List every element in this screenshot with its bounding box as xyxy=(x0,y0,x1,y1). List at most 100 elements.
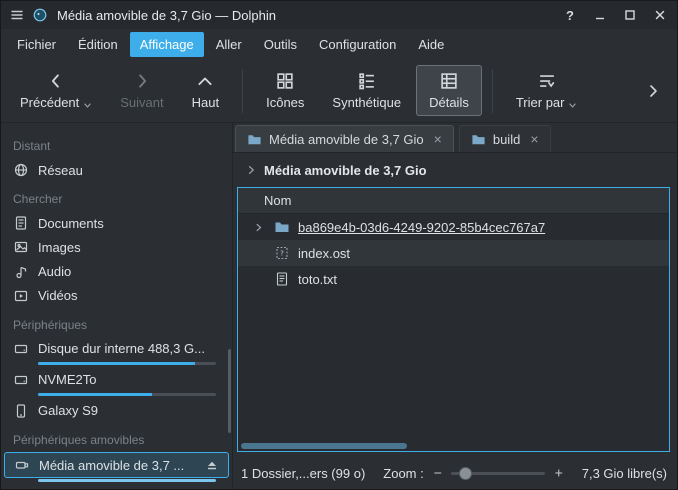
documents-icon xyxy=(13,215,29,231)
phone-icon xyxy=(13,403,29,419)
expander-chevron-icon[interactable] xyxy=(250,222,266,233)
sidebar-item-removable-media[interactable]: Média amovible de 3,7 ... xyxy=(4,452,229,478)
toolbar: Précédent Suivant Haut Icônes Synthétiqu… xyxy=(1,59,677,123)
view-empty-area[interactable] xyxy=(238,292,669,440)
sidebar-item-internal-disk[interactable]: Disque dur interne 488,3 G... xyxy=(1,337,232,361)
menu-edition[interactable]: Édition xyxy=(68,32,128,57)
zoom-slider[interactable] xyxy=(451,466,545,480)
chevron-left-icon xyxy=(46,71,66,91)
tab-close-button[interactable]: × xyxy=(530,132,538,146)
chevron-right-icon[interactable] xyxy=(245,164,257,176)
toolbar-separator xyxy=(492,69,493,113)
audio-icon xyxy=(13,264,29,280)
eject-icon xyxy=(205,458,219,472)
file-view[interactable]: Nom ba869e4b-03d6-4249-9202-85b4cec767a7… xyxy=(237,187,670,452)
details-view-button[interactable]: Détails xyxy=(416,65,482,116)
view-wrapper: Nom ba869e4b-03d6-4249-9202-85b4cec767a7… xyxy=(233,187,677,457)
sidebar-item-nvme[interactable]: NVME2To xyxy=(1,368,232,392)
back-button[interactable]: Précédent xyxy=(7,65,105,116)
eject-button[interactable] xyxy=(205,458,219,472)
chevron-down-icon xyxy=(568,101,577,110)
harddisk-icon xyxy=(13,341,29,357)
tab-media-amovible[interactable]: Média amovible de 3,7 Gio × xyxy=(235,125,454,152)
sidebar-item-label: NVME2To xyxy=(38,372,97,387)
table-row[interactable]: ? index.ost xyxy=(238,240,669,266)
details-view-icon xyxy=(439,71,459,91)
menu-outils[interactable]: Outils xyxy=(254,32,307,57)
compact-view-label: Synthétique xyxy=(332,95,401,110)
zoom-label: Zoom : xyxy=(383,466,423,481)
details-view-label: Détails xyxy=(429,95,469,110)
folder-icon xyxy=(274,219,290,235)
folder-icon xyxy=(471,132,486,147)
disk-usage-bar xyxy=(38,362,216,365)
images-icon xyxy=(13,239,29,255)
unknown-file-icon: ? xyxy=(274,245,290,261)
maximize-button[interactable] xyxy=(621,6,639,24)
window-buttons: ? xyxy=(561,6,669,24)
dolphin-window: Média amovible de 3,7 Gio — Dolphin ? Fi… xyxy=(0,0,678,490)
sort-by-button[interactable]: Trier par xyxy=(503,65,591,116)
places-panel: Distant Réseau Chercher Documents Images… xyxy=(1,123,233,489)
column-header-name[interactable]: Nom xyxy=(238,188,669,214)
sidebar-item-galaxy-s9[interactable]: Galaxy S9 xyxy=(1,399,232,423)
content-area: Média amovible de 3,7 Gio × build × Médi… xyxy=(233,123,677,489)
tab-close-button[interactable]: × xyxy=(434,132,442,146)
app-icon xyxy=(32,7,48,23)
close-button[interactable] xyxy=(651,6,669,24)
harddisk-icon xyxy=(13,372,29,388)
menu-affichage[interactable]: Affichage xyxy=(130,32,204,57)
minimize-button[interactable] xyxy=(591,6,609,24)
sidebar-item-audio[interactable]: Audio xyxy=(1,259,232,283)
table-row[interactable]: ba869e4b-03d6-4249-9202-85b4cec767a7 xyxy=(238,214,669,240)
sidebar-scrollbar[interactable] xyxy=(228,349,231,433)
disk-usage-bar xyxy=(38,479,216,482)
forward-button[interactable]: Suivant xyxy=(107,65,176,116)
sidebar-item-label: Audio xyxy=(38,264,71,279)
svg-text:?: ? xyxy=(280,250,284,258)
menu-aller[interactable]: Aller xyxy=(206,32,252,57)
icons-view-icon xyxy=(275,71,295,91)
status-summary: 1 Dossier,...ers (99 o) xyxy=(241,466,365,481)
free-space-label: 7,3 Gio libre(s) xyxy=(582,466,667,481)
breadcrumb: Média amovible de 3,7 Gio xyxy=(233,153,677,187)
file-name[interactable]: index.ost xyxy=(298,246,350,261)
tab-label: build xyxy=(493,132,520,147)
icons-view-button[interactable]: Icônes xyxy=(253,65,317,116)
table-row[interactable]: toto.txt xyxy=(238,266,669,292)
menu-fichier[interactable]: Fichier xyxy=(7,32,66,57)
toolbar-overflow-button[interactable] xyxy=(635,83,671,99)
tab-build[interactable]: build × xyxy=(459,125,551,152)
file-name[interactable]: ba869e4b-03d6-4249-9202-85b4cec767a7 xyxy=(298,220,545,235)
compact-view-button[interactable]: Synthétique xyxy=(319,65,414,116)
scrollbar-thumb[interactable] xyxy=(241,443,407,449)
sidebar-item-images[interactable]: Images xyxy=(1,235,232,259)
chevron-up-icon xyxy=(195,71,215,91)
menu-configuration[interactable]: Configuration xyxy=(309,32,406,57)
horizontal-scrollbar[interactable] xyxy=(238,440,669,451)
section-devices: Périphériques xyxy=(1,308,232,337)
window-title: Média amovible de 3,7 Gio — Dolphin xyxy=(57,8,276,23)
sidebar-item-label: Réseau xyxy=(38,163,83,178)
main-area: Distant Réseau Chercher Documents Images… xyxy=(1,123,677,489)
sidebar-item-label: Galaxy S9 xyxy=(38,403,98,418)
help-button[interactable]: ? xyxy=(561,6,579,24)
window-menu-icon[interactable] xyxy=(9,7,25,23)
zoom-in-icon[interactable] xyxy=(554,467,564,479)
file-name[interactable]: toto.txt xyxy=(298,272,337,287)
sidebar-item-videos[interactable]: Vidéos xyxy=(1,284,232,308)
compact-view-icon xyxy=(357,71,377,91)
sidebar-item-network[interactable]: Réseau xyxy=(1,158,232,182)
zoom-slider-handle[interactable] xyxy=(459,467,472,480)
up-button[interactable]: Haut xyxy=(179,65,232,116)
sidebar-item-label: Média amovible de 3,7 ... xyxy=(39,458,184,473)
zoom-out-icon[interactable] xyxy=(433,467,443,479)
menu-aide[interactable]: Aide xyxy=(408,32,454,57)
tab-label: Média amovible de 3,7 Gio xyxy=(269,132,424,147)
sidebar-item-documents[interactable]: Documents xyxy=(1,211,232,235)
disk-usage-bar xyxy=(38,393,216,396)
sort-icon xyxy=(537,71,557,91)
section-search: Chercher xyxy=(1,182,232,211)
videos-icon xyxy=(13,288,29,304)
breadcrumb-root[interactable]: Média amovible de 3,7 Gio xyxy=(264,163,427,178)
